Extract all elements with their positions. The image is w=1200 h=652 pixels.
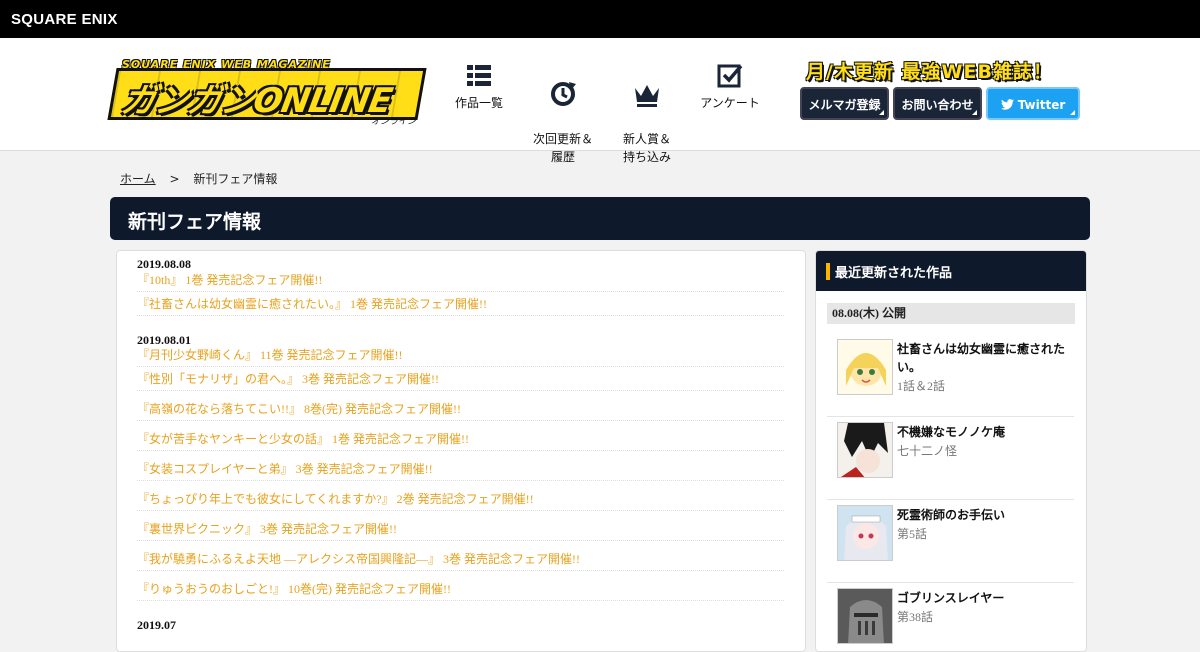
work-thumbnail [837,505,893,561]
newsletter-button[interactable]: メルマガ登録 [800,87,889,120]
news-item-link[interactable]: 『社畜さんは幼女幽霊に癒されたい。』 1巻 発売記念フェア開催!! [137,293,784,316]
news-item-link[interactable]: 『女装コスプレイヤーと弟』 3巻 発売記念フェア開催!! [137,458,784,481]
breadcrumb-separator: > [169,172,180,186]
nav-label: 作品一覧 [454,96,503,110]
work-thumbnail [837,588,893,644]
site-header: SQUARE ENIX WEB MAGAZINE ガンガンONLINE オンライ… [0,38,1200,164]
logo-main-text: ガンガンONLINE [118,81,395,121]
square-enix-logo[interactable]: SQUARE ENIX [11,11,118,28]
twitter-button[interactable]: Twitter [986,87,1080,120]
nav-works-list[interactable]: 作品一覧 [439,62,519,112]
news-item-link[interactable]: 『性別「モナリザ」の君へ。』 3巻 発売記念フェア開催!! [137,368,784,391]
news-item-link[interactable]: 『我が驍勇にふるえよ天地 —アレクシス帝国興隆記—』 3巻 発売記念フェア開催!… [137,548,784,571]
news-item-link[interactable]: 『10th』 1巻 発売記念フェア開催!! [137,269,784,292]
page-title: 新刊フェア情報 [128,211,262,233]
recent-work-item[interactable]: ゴブリンスレイヤー 第38話 [827,582,1074,651]
work-title: 死霊術師のお手伝い [897,508,1006,522]
logo-main-block: ガンガンONLINE [107,68,427,121]
page-title-bar: 新刊フェア情報 [110,197,1090,240]
fair-news-list: 2019.08.08 『10th』 1巻 発売記念フェア開催!! 『社畜さんは幼… [116,250,806,652]
logo-sub-text: オンライン [370,117,416,127]
nav-next-update[interactable]: 次回更新＆ 履歴 [523,62,603,166]
nav-label: 新人賞＆ 持ち込み [622,132,671,164]
work-episode: 第38話 [897,610,934,624]
twitter-bird-icon [1000,99,1014,110]
recent-work-item[interactable]: 不機嫌なモノノケ庵 七十二ノ怪 [827,416,1074,500]
nav-survey[interactable]: アンケート [690,62,770,112]
news-item-link[interactable]: 『月刊少女野崎くん』 11巻 発売記念フェア開催!! [137,344,784,367]
news-item-link[interactable]: 『りゅうおうのおしごと!』 10巻(完) 発売記念フェア開催!! [137,578,784,601]
news-item-link[interactable]: 『ちょっぴり年上でも彼女にしてくれますか?』 2巻 発売記念フェア開催!! [137,488,784,511]
twitter-button-label: Twitter [1017,98,1066,112]
nav-newcomer-award[interactable]: 新人賞＆ 持ち込み [607,62,687,166]
work-thumbnail [837,422,893,478]
nav-label: アンケート [700,96,760,110]
news-item-link[interactable]: 『女が苦手なヤンキーと少女の話』 1巻 発売記念フェア開催!! [137,428,784,451]
news-item-link[interactable]: 『裏世界ピクニック』 3巻 発売記念フェア開催!! [137,518,784,541]
work-episode: 1話＆2話 [897,379,946,393]
ganganonline-logo[interactable]: SQUARE ENIX WEB MAGAZINE ガンガンONLINE オンライ… [107,58,427,127]
crown-icon [635,85,659,107]
sidebar-heading: 最近更新された作品 [835,266,953,281]
news-item-link[interactable]: 『高嶺の花なら落ちてこい!!』 8巻(完) 発売記念フェア開催!! [137,398,784,421]
tagline: 月/木更新 最強WEB雑誌！ [806,61,1053,83]
work-title: 社畜さんは幼女幽霊に癒されたい。 [897,342,1066,374]
refresh-clock-icon [551,82,576,106]
work-thumbnail [837,339,893,395]
recent-work-item[interactable]: 死霊術師のお手伝い 第5話 [827,499,1074,583]
grid-list-icon [467,65,491,86]
sidebar-header: 最近更新された作品 [816,251,1086,291]
recent-updates-sidebar: 最近更新された作品 08.08(木) 公開 社畜さんは幼女幽霊に癒されたい。 1… [815,250,1087,652]
checkbox-icon [717,64,743,88]
sidebar-date-label: 08.08(木) 公開 [827,303,1075,324]
work-title: 不機嫌なモノノケ庵 [897,425,1006,439]
breadcrumb: ホーム > 新刊フェア情報 [120,170,277,187]
sidebar-accent-bar [826,263,830,280]
news-date: 2019.07 [137,618,176,632]
breadcrumb-home-link[interactable]: ホーム [120,172,156,186]
work-title: ゴブリンスレイヤー [897,591,1005,605]
contact-button[interactable]: お問い合わせ [893,87,982,120]
recent-work-item[interactable]: 社畜さんは幼女幽霊に癒されたい。 1話＆2話 [827,333,1074,417]
breadcrumb-current: 新刊フェア情報 [193,172,278,186]
work-episode: 七十二ノ怪 [897,444,958,458]
work-episode: 第5話 [897,527,928,541]
top-bar: SQUARE ENIX [0,0,1200,38]
nav-label: 次回更新＆ 履歴 [532,132,593,164]
